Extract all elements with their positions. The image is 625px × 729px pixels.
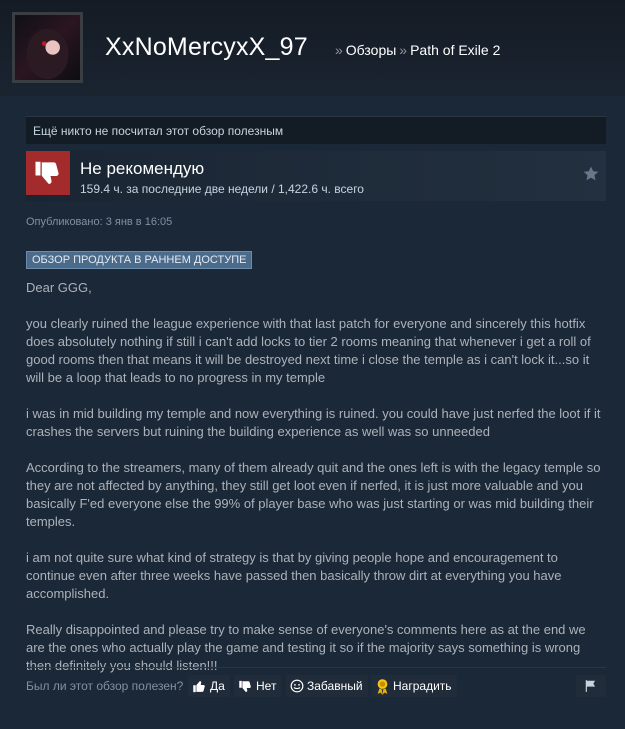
vote-funny-button[interactable]: Забавный [286,675,368,697]
review-paragraph: According to the streamers, many of them… [26,460,601,529]
review-text: Dear GGG, you clearly ruined the league … [26,279,606,693]
review-paragraph: Dear GGG, [26,280,92,295]
helpful-status: Ещё никто не посчитал этот обзор полезны… [26,116,606,144]
vote-no-label: Нет [256,679,277,693]
review-controls: Был ли этот обзор полезен? Да Нет Забавн… [26,675,606,697]
flag-icon [585,680,596,692]
vote-no-button[interactable]: Нет [234,675,282,697]
thumbs-down-icon [35,161,59,184]
breadcrumb: » Обзоры» Path of Exile 2 [332,42,500,58]
review-paragraph: i was in mid building my temple and now … [26,406,601,439]
breadcrumb-game-link[interactable]: Path of Exile 2 [410,42,500,58]
review-header: XxNoMercyxX_97 » Обзоры» Path of Exile 2 [0,0,625,96]
posted-date: Опубликовано: 3 янв в 16:05 [26,216,173,228]
avatar[interactable] [12,12,83,83]
thumbs-down-icon [239,680,251,692]
avatar-image [15,15,80,80]
smiley-icon [290,679,304,693]
star-icon[interactable] [582,165,600,183]
breadcrumb-separator: » [399,42,408,58]
persona-name[interactable]: XxNoMercyxX_97 [105,33,308,62]
breadcrumb-reviews-link[interactable]: Обзоры [346,42,397,58]
award-label: Наградить [393,679,452,693]
early-access-badge: ОБЗОР ПРОДУКТА В РАННЕМ ДОСТУПЕ [26,251,253,269]
playtime-hours: 159.4 ч. за последние две недели / 1,422… [80,182,364,196]
verdict-title: Не рекомендую [80,159,205,178]
review-paragraph: i am not quite sure what kind of strateg… [26,550,562,601]
vote-yes-button[interactable]: Да [188,675,230,697]
breadcrumb-separator: » [335,42,343,58]
vote-funny-label: Забавный [307,679,363,693]
thumbs-down-box [26,151,70,195]
award-button[interactable]: Наградить [371,675,457,697]
thumbs-up-icon [193,680,205,692]
award-medal-icon [377,678,388,695]
review-verdict: Не рекомендую 159.4 ч. за последние две … [26,151,606,201]
review-paragraph: you clearly ruined the league experience… [26,316,591,385]
report-button[interactable] [576,675,606,697]
divider [26,667,606,668]
helpful-question: Был ли этот обзор полезен? [26,679,184,693]
vote-yes-label: Да [210,679,225,693]
